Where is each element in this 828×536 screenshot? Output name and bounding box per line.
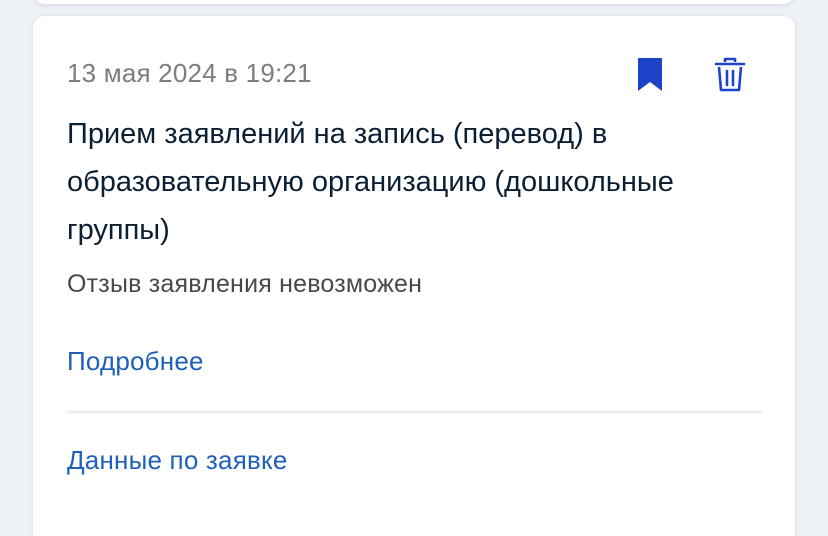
bookmark-button[interactable] — [633, 56, 667, 94]
previous-card-bottom — [33, 0, 795, 4]
trash-icon — [714, 57, 746, 92]
request-data-link[interactable]: Данные по заявке — [67, 445, 288, 476]
details-link[interactable]: Подробнее — [67, 346, 204, 377]
application-date: 13 мая 2024 в 19:21 — [67, 58, 312, 88]
application-title: Прием заявлений на запись (перевод) в об… — [67, 118, 674, 246]
delete-button[interactable] — [712, 56, 748, 94]
bookmark-icon — [638, 58, 662, 91]
application-card: 13 мая 2024 в 19:21 Прием заявлений на з… — [33, 16, 795, 536]
application-status: Отзыв заявления невозможен — [67, 270, 423, 298]
section-divider — [67, 408, 762, 411]
